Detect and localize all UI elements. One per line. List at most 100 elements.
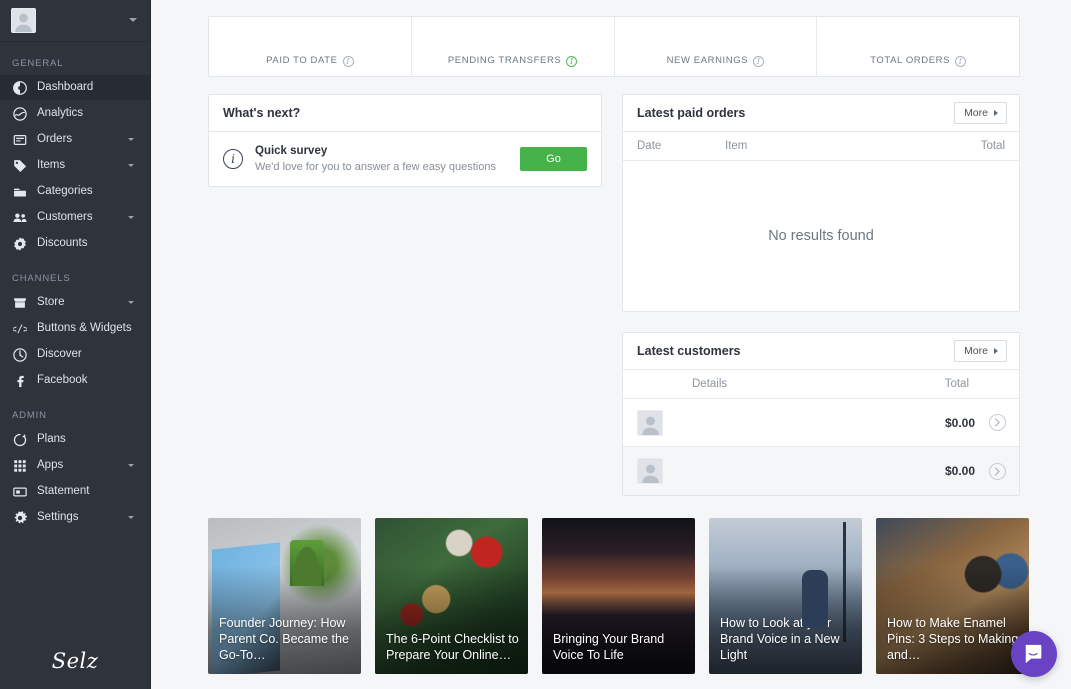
blog-card-title: The 6-Point Checklist to Prepare Your On… xyxy=(386,632,519,662)
chevron-down-icon[interactable] xyxy=(128,516,134,519)
blog-card-title: How to Make Enamel Pins: 3 Steps to Maki… xyxy=(887,616,1019,662)
sidebar-item-facebook[interactable]: Facebook xyxy=(0,368,150,393)
avatar-person-icon xyxy=(641,464,659,483)
stat-label: TOTAL ORDERS i xyxy=(870,55,967,67)
orders-empty-state: No results found xyxy=(768,228,874,244)
latest-customers-more-button[interactable]: More xyxy=(954,340,1007,362)
sidebar-item-label: Buttons & Widgets xyxy=(37,321,132,334)
avatar xyxy=(11,8,36,33)
account-switcher[interactable] xyxy=(0,0,150,42)
customer-row[interactable]: $0.00 xyxy=(623,399,1019,447)
grid-icon xyxy=(12,458,27,473)
customers-table-header: Details Total xyxy=(623,370,1019,399)
sidebar-item-label: Statement xyxy=(37,484,90,497)
sidebar-section-label-admin: ADMIN xyxy=(12,410,47,421)
sidebar-section-label-general: GENERAL xyxy=(12,58,64,69)
main-content: PAID TO DATE i PENDING TRANSFERS i NEW EARNI… xyxy=(151,0,1071,689)
customers-icon xyxy=(12,210,27,225)
chevron-right-icon xyxy=(994,110,998,116)
sidebar-item-apps[interactable]: Apps xyxy=(0,453,150,478)
orders-icon xyxy=(12,132,27,147)
sidebar-item-label: Analytics xyxy=(37,106,84,119)
sidebar-item-store[interactable]: Store xyxy=(0,290,150,315)
whats-next-title: What's next? xyxy=(223,106,301,120)
chevron-down-icon[interactable] xyxy=(128,464,134,467)
sidebar-item-dashboard[interactable]: Dashboard xyxy=(0,75,150,100)
avatar-person-icon xyxy=(15,13,32,32)
sidebar-item-categories[interactable]: Categories xyxy=(0,179,150,204)
sidebar-item-label: Orders xyxy=(37,132,73,145)
sidebar-item-orders[interactable]: Orders xyxy=(0,127,150,152)
column-header-details: Details xyxy=(692,378,728,390)
sidebar-item-label: Store xyxy=(37,295,65,308)
info-icon[interactable]: i xyxy=(753,56,765,67)
customer-total: $0.00 xyxy=(944,415,975,430)
tag-icon xyxy=(12,158,27,173)
customer-row[interactable]: $0.00 xyxy=(623,447,1019,495)
whats-next-item-title: Quick survey xyxy=(255,145,328,157)
whats-next-header: What's next? xyxy=(209,95,601,132)
dashboard-icon xyxy=(12,80,27,95)
code-icon: </> xyxy=(12,321,27,336)
info-icon[interactable]: i xyxy=(342,56,354,67)
stat-label: PENDING TRANSFERS i xyxy=(448,55,578,67)
whats-next-card: What's next? i Quick survey We'd love fo… xyxy=(208,94,602,187)
latest-customers-title: Latest customers xyxy=(637,344,741,358)
store-icon xyxy=(12,295,27,310)
stat-card-total-orders: TOTAL ORDERS i xyxy=(816,17,1019,76)
stat-card-new-earnings: NEW EARNINGS i xyxy=(613,17,817,76)
chevron-down-icon[interactable] xyxy=(128,164,134,167)
chat-widget-button[interactable] xyxy=(1011,631,1057,677)
blog-card[interactable]: Founder Journey: How Parent Co. Became t… xyxy=(208,518,361,674)
customer-total: $0.00 xyxy=(944,464,975,478)
blog-card-title: Bringing Your Brand Voice To Life xyxy=(553,632,665,662)
sidebar-item-label: Items xyxy=(37,158,66,171)
quick-survey-go-button[interactable]: Go xyxy=(520,147,587,171)
sidebar-item-items[interactable]: Items xyxy=(0,153,150,178)
blog-posts-row: Founder Journey: How Parent Co. Became t… xyxy=(151,518,1071,674)
sidebar-item-label: Facebook xyxy=(37,373,88,386)
sidebar-item-plans[interactable]: Plans xyxy=(0,427,150,452)
content-padding: PAID TO DATE i PENDING TRANSFERS i NEW EARNI… xyxy=(151,0,1071,496)
chevron-down-icon[interactable] xyxy=(128,301,134,304)
sidebar-item-analytics[interactable]: Analytics xyxy=(0,101,150,126)
sidebar-item-buttons-widgets[interactable]: </> Buttons & Widgets xyxy=(0,316,150,341)
blog-card[interactable]: Bringing Your Brand Voice To Life xyxy=(542,518,695,674)
info-icon[interactable]: i xyxy=(566,56,578,67)
whats-next-text: Quick survey We'd love for you to answer… xyxy=(255,145,508,173)
customer-avatar xyxy=(637,458,663,484)
refresh-icon xyxy=(12,432,27,447)
right-column: Latest paid orders More Date Item Total … xyxy=(622,94,1020,496)
app-root: GENERAL Dashboard Analytics Orders Items Cate… xyxy=(0,0,1071,689)
blog-card[interactable]: The 6-Point Checklist to Prepare Your On… xyxy=(375,518,528,674)
latest-customers-header: Latest customers More xyxy=(623,333,1019,370)
stat-label: NEW EARNINGS i xyxy=(667,55,765,67)
info-circle-icon: i xyxy=(223,149,243,169)
more-label: More xyxy=(964,107,988,119)
sidebar-item-settings[interactable]: Settings xyxy=(0,505,150,530)
stat-card-paid-to-date: PAID TO DATE i xyxy=(209,17,411,76)
blog-card[interactable]: How to Look at your Brand Voice in a New… xyxy=(709,518,862,674)
chevron-down-icon[interactable] xyxy=(128,138,134,141)
sidebar-item-discover[interactable]: Discover xyxy=(0,342,150,367)
sidebar-item-statement[interactable]: Statement xyxy=(0,479,150,504)
customer-avatar xyxy=(637,409,663,436)
sidebar-item-customers[interactable]: Customers xyxy=(0,205,150,230)
whats-next-item-subtitle: We'd love for you to answer a few easy q… xyxy=(255,161,496,173)
column-header-item: Item xyxy=(725,140,748,152)
column-header-total: Total xyxy=(980,140,1005,152)
blog-card[interactable]: How to Make Enamel Pins: 3 Steps to Maki… xyxy=(876,518,1029,674)
sidebar-item-discounts[interactable]: Discounts xyxy=(0,231,150,256)
whats-next-item: i Quick survey We'd love for you to answ… xyxy=(209,132,601,186)
statement-icon xyxy=(12,484,27,499)
stat-label: PAID TO DATE i xyxy=(266,55,354,67)
facebook-icon xyxy=(12,373,27,388)
chevron-down-icon[interactable] xyxy=(128,216,134,219)
chevron-right-icon[interactable] xyxy=(989,462,1006,480)
latest-paid-orders-more-button[interactable]: More xyxy=(954,102,1007,124)
avatar-person-icon xyxy=(641,416,659,435)
blog-card-title: How to Look at your Brand Voice in a New… xyxy=(720,616,840,662)
chevron-right-icon[interactable] xyxy=(989,414,1006,431)
column-header-date: Date xyxy=(637,140,662,152)
info-icon[interactable]: i xyxy=(955,56,967,67)
